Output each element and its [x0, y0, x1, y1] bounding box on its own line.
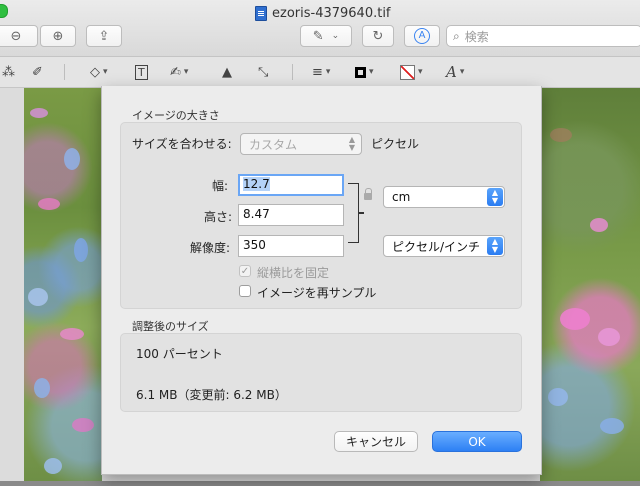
updown-arrows-icon: ▲ ▼: [348, 135, 356, 152]
text-style-icon: A: [446, 63, 457, 81]
signature-icon: ✍: [170, 64, 181, 80]
updown-arrows-icon: ▲ ▼: [487, 237, 503, 255]
width-label: 幅:: [212, 179, 229, 193]
text-box-icon: T: [135, 64, 148, 80]
proportional-label: 縦横比を固定: [257, 266, 330, 280]
search-placeholder: 検索: [464, 29, 489, 44]
resolution-field[interactable]: 350: [238, 235, 344, 257]
instant-alpha-tool[interactable]: ⁂: [2, 62, 15, 82]
resolution-unit-popup[interactable]: ピクセル/インチ ▲ ▼: [383, 235, 505, 257]
sketch-icon: ✐: [32, 64, 43, 80]
line-style-tool[interactable]: ≡ ▾: [312, 62, 330, 82]
width-value: 12.7: [243, 177, 270, 191]
adjust-color-icon: ▲: [222, 64, 232, 80]
shapes-icon: ◇: [90, 64, 100, 80]
height-field[interactable]: 8.47: [238, 204, 344, 226]
resize-icon: ⤡: [258, 64, 269, 80]
ok-label: OK: [468, 434, 486, 449]
markup-toolbar-button[interactable]: ✎ ⌄: [300, 25, 352, 47]
border-color-icon: [355, 66, 366, 78]
pen-icon: ✎: [312, 28, 324, 44]
shapes-tool[interactable]: ◇ ▾: [90, 62, 108, 82]
link-bracket-tick: [358, 212, 364, 214]
lock-shackle: [365, 188, 372, 195]
ok-button[interactable]: OK: [432, 431, 522, 452]
signature-tool[interactable]: ✍ ▾: [170, 62, 188, 82]
rotate-icon: ↻: [372, 28, 384, 44]
divider: [64, 64, 65, 80]
result-section-title: 調整後のサイズ: [132, 320, 209, 333]
fit-popup[interactable]: カスタム ▲ ▼: [240, 133, 362, 155]
chevron-down-icon: ▾: [459, 67, 465, 77]
height-value: 8.47: [243, 207, 270, 221]
cancel-button[interactable]: キャンセル: [334, 431, 418, 452]
zoom-out-icon: ⊖: [10, 28, 22, 44]
resolution-label: 解像度:: [190, 241, 231, 255]
chevron-down-icon: ▾: [183, 67, 189, 77]
search-field[interactable]: ⌕ 検索: [446, 25, 640, 47]
window-title-group: ezoris-4379640.tif: [255, 4, 391, 22]
fill-color-tool[interactable]: ▾: [400, 62, 423, 82]
window-bottom-edge: [0, 481, 640, 486]
size-section-title: イメージの大きさ: [132, 109, 220, 122]
share-button[interactable]: ⇪: [86, 25, 122, 47]
zoom-out-button[interactable]: ⊖: [0, 25, 38, 47]
markup-bar: ⁂ ✐ ◇ ▾ T ✍ ▾ ▲ ⤡ ≡ ▾ ▾ ▾ A ▾: [0, 57, 640, 88]
adjust-size-tool[interactable]: ⤡: [258, 62, 268, 82]
chevron-down-icon: ▾: [325, 67, 331, 77]
unit-popup[interactable]: cm ▲ ▼: [383, 186, 505, 208]
resample-label: イメージを再サンプル: [257, 286, 377, 300]
search-icon: ⌕: [453, 28, 460, 43]
chevron-down-icon: ▾: [418, 67, 423, 77]
share-icon: ⇪: [98, 28, 110, 44]
close-window-button[interactable]: [0, 4, 8, 18]
image-size-dialog: イメージの大きさ サイズを合わせる: カスタム ▲ ▼ ピクセル 幅: 12.7 …: [101, 86, 542, 475]
title-bar: ezoris-4379640.tif ⊖ ⊕ ⇪ ✎ ⌄ ↻ A ⌕ 検索: [0, 0, 640, 57]
height-label: 高さ:: [204, 210, 233, 224]
text-tool[interactable]: T: [135, 62, 148, 82]
fit-unit-label: ピクセル: [371, 137, 420, 151]
adjust-color-tool[interactable]: ▲: [222, 62, 232, 82]
photo-right: [540, 88, 640, 486]
sketch-tool[interactable]: ✐: [32, 62, 43, 82]
resolution-value: 350: [243, 238, 266, 252]
unit-value: cm: [392, 190, 411, 204]
result-percent: 100 パーセント: [136, 347, 223, 361]
window-title: ezoris-4379640.tif: [272, 5, 391, 21]
chevron-down-icon: ⌄: [331, 31, 340, 41]
proportional-checkbox[interactable]: ✓: [239, 265, 251, 277]
line-style-icon: ≡: [312, 64, 323, 80]
document-icon: [255, 5, 267, 21]
divider: [292, 64, 293, 80]
chevron-down-icon: ▾: [103, 67, 108, 77]
zoom-in-button[interactable]: ⊕: [40, 25, 76, 47]
markup-icon: A: [414, 28, 430, 44]
result-size: 6.1 MB（変更前: 6.2 MB）: [136, 388, 287, 402]
magic-wand-icon: ⁂: [2, 64, 15, 80]
width-field[interactable]: 12.7: [238, 174, 344, 196]
zoom-in-icon: ⊕: [52, 28, 64, 44]
photo-left: [24, 88, 102, 486]
resolution-unit-value: ピクセル/インチ: [392, 239, 481, 254]
fill-color-icon: [400, 64, 415, 80]
fit-value: カスタム: [249, 137, 298, 152]
annotate-button[interactable]: A: [404, 25, 440, 47]
text-style-tool[interactable]: A ▾: [446, 62, 464, 82]
cancel-label: キャンセル: [345, 435, 406, 449]
checkmark-icon: ✓: [240, 265, 250, 277]
rotate-button[interactable]: ↻: [362, 25, 394, 47]
border-color-tool[interactable]: ▾: [355, 62, 374, 82]
resample-checkbox[interactable]: [239, 285, 251, 297]
fit-label: サイズを合わせる:: [132, 137, 232, 151]
updown-arrows-icon: ▲ ▼: [487, 188, 503, 206]
chevron-down-icon: ▾: [369, 67, 374, 77]
